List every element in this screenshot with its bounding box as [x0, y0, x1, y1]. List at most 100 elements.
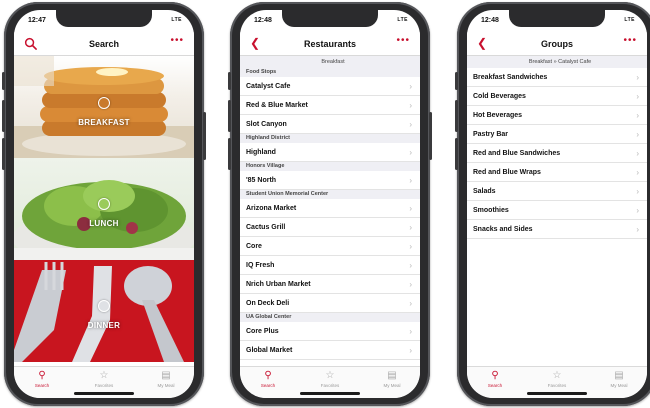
status-signal: LTE [397, 17, 408, 23]
list-item[interactable]: Smoothies › [467, 201, 647, 220]
tab-label: Search [34, 383, 50, 388]
tab-search[interactable]: ⚲ Search [22, 370, 62, 388]
list-item[interactable]: Cold Beverages › [467, 87, 647, 106]
list-item[interactable]: Global Market › [240, 341, 420, 360]
list-item[interactable]: Snacks and Sides › [467, 220, 647, 239]
screen: 12:47 LTE Search ••• BREAKFAST LUNCH DIN… [14, 10, 194, 398]
dinner-icon [98, 300, 110, 312]
chevron-right-icon: › [636, 92, 639, 101]
tab-my-meal[interactable]: ▤ My Meal [599, 370, 639, 388]
navigation-bar: Search ••• [14, 32, 194, 56]
list-item-label: Cold Beverages [473, 93, 526, 100]
chevron-right-icon: › [636, 225, 639, 234]
home-indicator[interactable] [74, 392, 134, 395]
tab-search[interactable]: ⚲ Search [248, 370, 288, 388]
home-indicator[interactable] [300, 392, 360, 395]
notch [56, 10, 152, 27]
section-header: Food Stops [240, 68, 420, 77]
list-item[interactable]: Core Plus › [240, 322, 420, 341]
chevron-right-icon: › [636, 187, 639, 196]
list-item[interactable]: Red and Blue Sandwiches › [467, 144, 647, 163]
chevron-left-icon[interactable]: ❮ [250, 36, 260, 50]
ellipsis-icon[interactable]: ••• [396, 35, 410, 46]
tab-my-meal[interactable]: ▤ My Meal [146, 370, 186, 388]
tab-favorites[interactable]: ☆ Favorites [310, 370, 350, 388]
list-item[interactable]: Catalyst Cafe › [240, 77, 420, 96]
chevron-right-icon: › [409, 101, 412, 110]
ellipsis-icon[interactable]: ••• [623, 35, 637, 46]
chevron-right-icon: › [409, 327, 412, 336]
meal-icon: ▤ [614, 370, 624, 381]
list-item-label: Red and Blue Sandwiches [473, 150, 561, 157]
page-title: Groups [540, 39, 573, 49]
tab-search[interactable]: ⚲ Search [475, 370, 515, 388]
chevron-right-icon: › [636, 168, 639, 177]
volume-down-button [455, 138, 458, 170]
chevron-right-icon: › [409, 299, 412, 308]
meal-tile-breakfast[interactable]: BREAKFAST [14, 56, 194, 158]
list-item[interactable]: Cactus Grill › [240, 218, 420, 237]
chevron-left-icon[interactable]: ❮ [477, 36, 487, 50]
volume-down-button [2, 138, 5, 170]
list-item-label: Pastry Bar [473, 131, 509, 138]
breadcrumb: Breakfast [240, 56, 420, 68]
list-item[interactable]: '85 North › [240, 171, 420, 190]
navigation-bar: ❮ Restaurants ••• [240, 32, 420, 56]
phone-search-screen: 12:47 LTE Search ••• BREAKFAST LUNCH DIN… [2, 2, 206, 406]
tab-label: My Meal [157, 383, 175, 388]
meal-tile-lunch[interactable]: LUNCH [14, 158, 194, 260]
list-item-label: Breakfast Sandwiches [473, 74, 548, 81]
ellipsis-icon[interactable]: ••• [170, 35, 184, 46]
notch [282, 10, 378, 27]
list-item-label: Global Market [246, 347, 293, 354]
mute-switch [455, 72, 458, 90]
group-list: Breakfast » Catalyst Cafe Breakfast Sand… [467, 56, 647, 239]
tab-my-meal[interactable]: ▤ My Meal [372, 370, 412, 388]
list-item[interactable]: Red & Blue Market › [240, 96, 420, 115]
list-item[interactable]: Red and Blue Wraps › [467, 163, 647, 182]
meal-tile-dinner[interactable]: DINNER [14, 260, 194, 362]
tab-bar: ⚲ Search ☆ Favorites ▤ My Meal [240, 366, 420, 398]
tab-label: Favorites [94, 383, 114, 388]
tab-favorites[interactable]: ☆ Favorites [84, 370, 124, 388]
list-item[interactable]: Core › [240, 237, 420, 256]
star-icon: ☆ [99, 370, 109, 381]
tab-favorites[interactable]: ☆ Favorites [537, 370, 577, 388]
list-item[interactable]: Nrich Urban Market › [240, 275, 420, 294]
volume-down-button [228, 138, 231, 170]
section-header: Highland District [240, 134, 420, 143]
list-item[interactable]: Pastry Bar › [467, 125, 647, 144]
status-time: 12:48 [481, 17, 499, 24]
volume-up-button [2, 100, 5, 132]
chevron-right-icon: › [409, 280, 412, 289]
list-item-label: Core Plus [246, 328, 279, 335]
lunch-icon [98, 198, 110, 210]
list-item[interactable]: Salads › [467, 182, 647, 201]
list-item[interactable]: Slot Canyon › [240, 115, 420, 134]
meal-label-breakfast: BREAKFAST [78, 118, 130, 127]
phone-groups-screen: 12:48 LTE ❮ Groups ••• Breakfast » Catal… [455, 2, 650, 406]
meal-icon: ▤ [161, 370, 171, 381]
mute-switch [228, 72, 231, 90]
status-signal: LTE [624, 17, 635, 23]
tab-label: My Meal [610, 383, 628, 388]
list-item[interactable]: Highland › [240, 143, 420, 162]
list-item-label: Snacks and Sides [473, 226, 533, 233]
list-item[interactable]: Hot Beverages › [467, 106, 647, 125]
meal-icon: ▤ [387, 370, 397, 381]
list-item-label: Cactus Grill [246, 224, 286, 231]
status-time: 12:47 [28, 17, 46, 24]
screen: 12:48 LTE ❮ Restaurants ••• Breakfast Fo… [240, 10, 420, 398]
search-icon[interactable] [24, 37, 37, 50]
list-item[interactable]: IQ Fresh › [240, 256, 420, 275]
list-item[interactable]: Arizona Market › [240, 199, 420, 218]
list-item-label: Red & Blue Market [246, 102, 308, 109]
chevron-right-icon: › [636, 111, 639, 120]
section-header: Student Union Memorial Center [240, 190, 420, 199]
status-time: 12:48 [254, 17, 272, 24]
home-indicator[interactable] [527, 392, 587, 395]
list-item[interactable]: Breakfast Sandwiches › [467, 68, 647, 87]
list-item-label: Highland [246, 149, 276, 156]
list-item-label: Slot Canyon [246, 121, 287, 128]
list-item[interactable]: On Deck Deli › [240, 294, 420, 313]
